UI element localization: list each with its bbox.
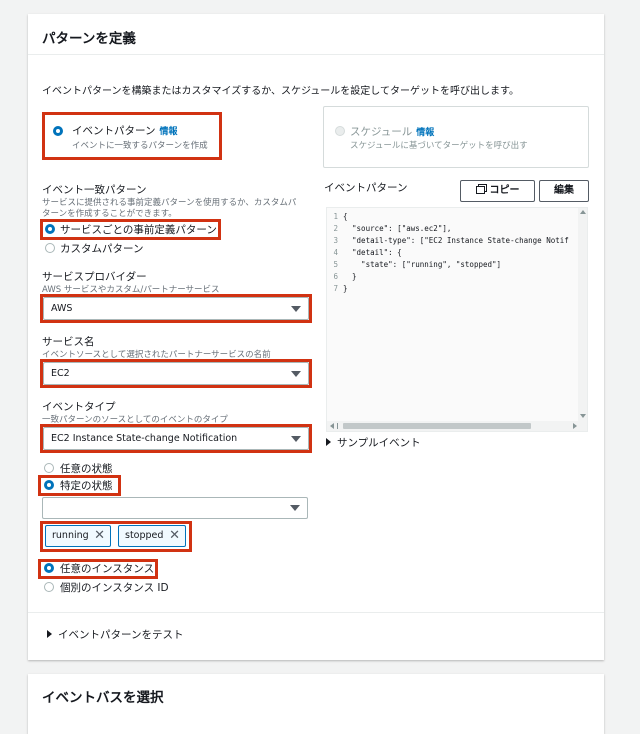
select-event-bus-card: イベントバスを選択 xyxy=(28,674,604,734)
chevron-down-icon xyxy=(291,306,301,312)
define-pattern-card: パターンを定義 イベントパターンを構築またはカスタマイズするか、スケジュールを設… xyxy=(28,14,604,660)
code-line: "detail": { xyxy=(343,248,402,257)
service-provider-label: サービスプロバイダー xyxy=(42,271,147,283)
info-link[interactable]: 情報 xyxy=(416,128,434,138)
info-link[interactable]: 情報 xyxy=(159,127,177,137)
match-pattern-label: イベント一致パターン xyxy=(42,184,147,196)
test-pattern-toggle[interactable]: イベントパターンをテスト xyxy=(47,627,183,642)
custom-pattern-radio[interactable] xyxy=(45,243,55,253)
copy-icon xyxy=(475,186,485,194)
custom-pattern-label[interactable]: カスタムパターン xyxy=(60,241,143,256)
service-provider-select[interactable]: AWS xyxy=(43,297,309,320)
close-icon[interactable]: ✕ xyxy=(94,526,105,546)
any-instance-label[interactable]: 任意のインスタンス xyxy=(60,561,154,576)
line-number: 2 xyxy=(333,224,338,233)
close-icon[interactable]: ✕ xyxy=(169,526,180,546)
schedule-option[interactable]: スケジュール 情報 スケジュールに基づいてターゲットを呼び出す xyxy=(323,106,589,168)
line-number: 6 xyxy=(333,272,338,281)
token-stopped: stopped ✕ xyxy=(118,525,186,547)
chevron-down-icon xyxy=(291,436,301,442)
scroll-thumb[interactable] xyxy=(343,423,531,429)
code-line: "state": ["running", "stopped"] xyxy=(343,260,502,269)
any-state-label[interactable]: 任意の状態 xyxy=(60,461,113,476)
scroll-up-icon[interactable] xyxy=(580,210,586,214)
event-type-label: イベントタイプ xyxy=(42,401,116,413)
event-pattern-desc: イベントに一致するパターンを作成 xyxy=(72,141,208,151)
line-number: 7 xyxy=(333,284,338,293)
edit-button[interactable]: 編集 xyxy=(539,180,589,202)
schedule-desc: スケジュールに基づいてターゲットを呼び出す xyxy=(350,141,528,151)
header-divider xyxy=(28,54,604,55)
chevron-down-icon xyxy=(290,505,300,511)
vertical-scrollbar[interactable] xyxy=(578,208,587,422)
schedule-radio[interactable] xyxy=(335,126,345,136)
service-name-label: サービス名 xyxy=(42,336,95,348)
schedule-label: スケジュール 情報 xyxy=(350,126,435,138)
divider xyxy=(28,612,604,613)
event-pattern-label: イベントパターン 情報 xyxy=(72,125,178,137)
any-state-radio[interactable] xyxy=(44,463,54,473)
line-number: 1 xyxy=(333,212,338,221)
token-running: running ✕ xyxy=(45,525,111,547)
event-pattern-option[interactable]: イベントパターン 情報 イベントに一致するパターンを作成 xyxy=(50,118,216,154)
predefined-pattern-radio[interactable] xyxy=(45,224,55,234)
specific-instance-label[interactable]: 個別のインスタンス ID xyxy=(60,580,169,595)
any-instance-radio[interactable] xyxy=(44,563,54,573)
code-line: { xyxy=(343,212,348,221)
specific-instance-radio[interactable] xyxy=(44,582,54,592)
section-intro: イベントパターンを構築またはカスタマイズするか、スケジュールを設定してターゲット… xyxy=(42,86,519,97)
line-number: 3 xyxy=(333,236,338,245)
line-number: 5 xyxy=(333,260,338,269)
section-title: パターンを定義 xyxy=(42,31,136,47)
predefined-pattern-label[interactable]: サービスごとの事前定義パターン xyxy=(60,222,217,237)
code-line: "source": ["aws.ec2"], xyxy=(343,224,452,233)
event-pattern-code: 1 { 2 "source": ["aws.ec2"], 3 "detail-t… xyxy=(326,207,588,432)
code-line: } xyxy=(343,272,357,281)
line-number: 4 xyxy=(333,248,338,257)
scroll-down-icon[interactable] xyxy=(580,414,586,418)
section-title: イベントバスを選択 xyxy=(42,690,164,706)
match-pattern-desc-2: ターンを作成することができます。 xyxy=(42,209,177,219)
caret-right-icon xyxy=(326,438,331,446)
scroll-divider xyxy=(337,423,338,429)
service-name-select[interactable]: EC2 xyxy=(43,362,309,385)
state-select[interactable] xyxy=(42,497,308,519)
event-pattern-panel-label: イベントパターン xyxy=(324,182,408,194)
code-line: "detail-type": ["EC2 Instance State-chan… xyxy=(343,236,569,245)
chevron-down-icon xyxy=(291,371,301,377)
event-type-select[interactable]: EC2 Instance State-change Notification xyxy=(43,427,309,450)
specific-state-label[interactable]: 特定の状態 xyxy=(60,478,113,493)
scroll-right-icon[interactable] xyxy=(573,423,577,429)
caret-right-icon xyxy=(47,630,52,638)
code-line: } xyxy=(343,284,348,293)
specific-state-radio[interactable] xyxy=(44,480,54,490)
scroll-left-icon[interactable] xyxy=(330,423,334,429)
event-pattern-radio[interactable] xyxy=(53,126,63,136)
copy-button[interactable]: コピー xyxy=(460,180,535,202)
horizontal-scrollbar[interactable] xyxy=(327,421,587,431)
sample-events-toggle[interactable]: サンプルイベント xyxy=(326,435,421,450)
